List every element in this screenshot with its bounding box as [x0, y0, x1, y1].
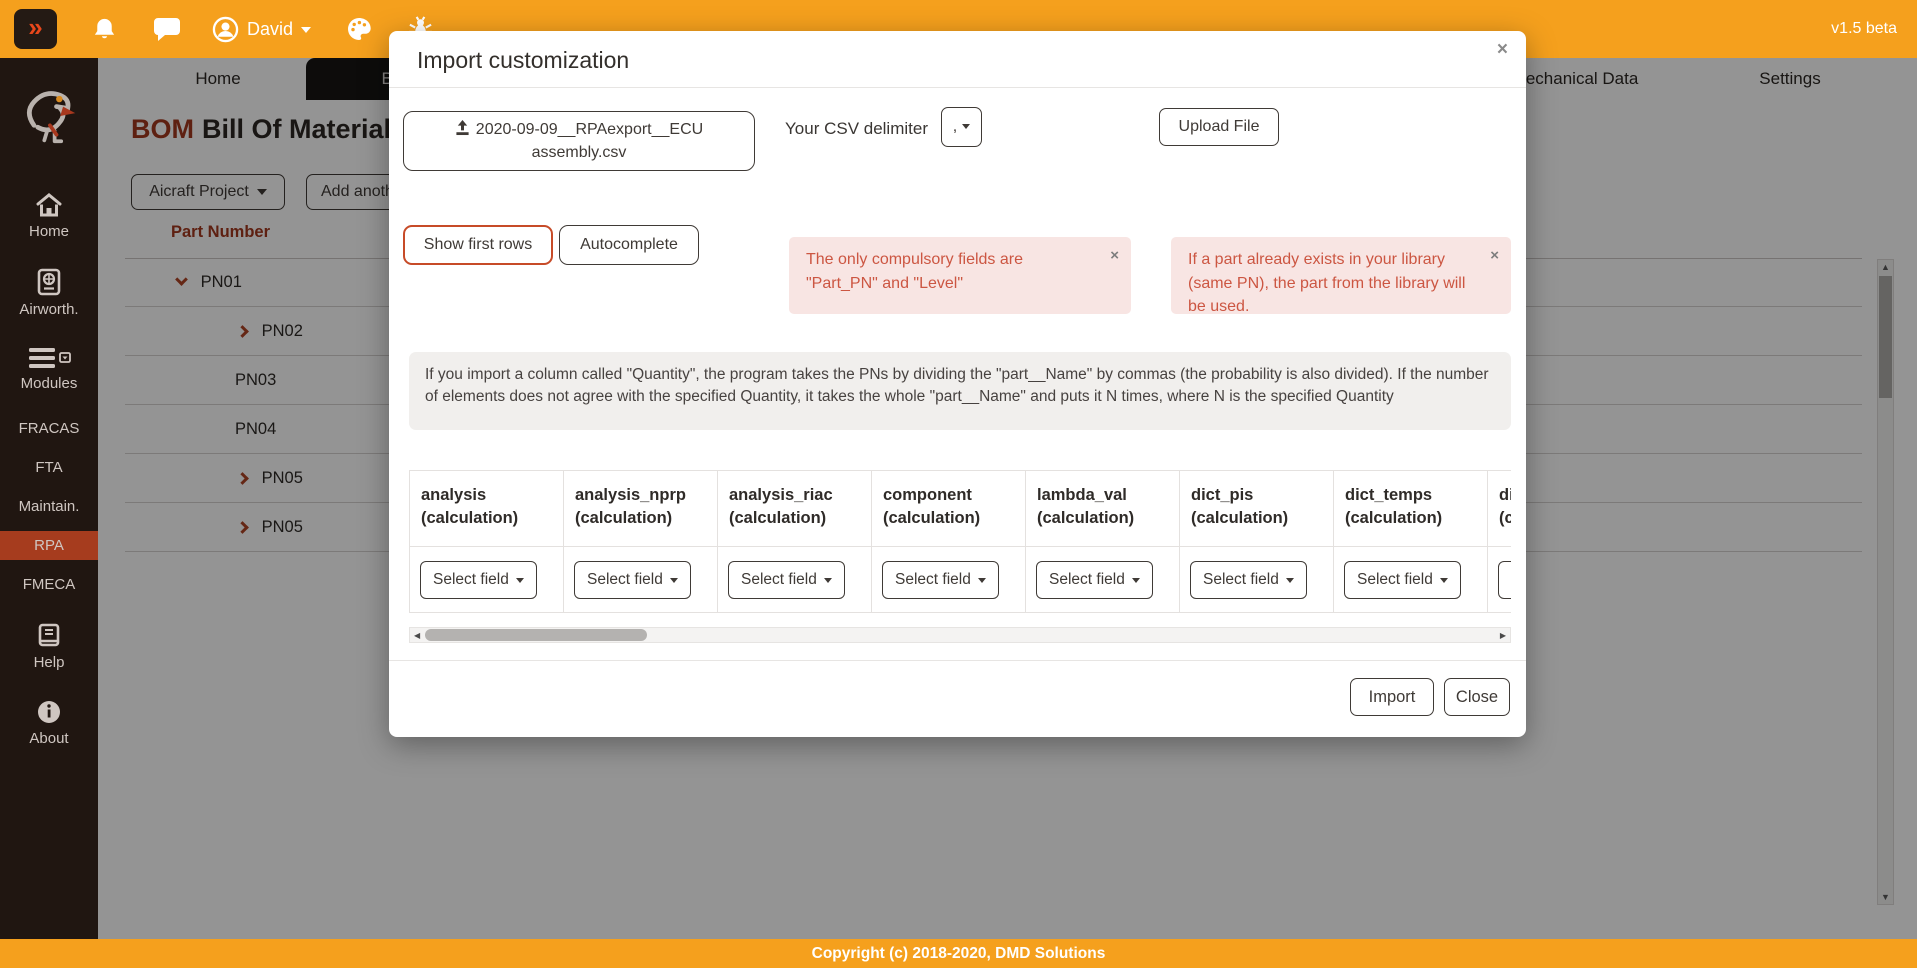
scroll-left-icon[interactable]: ◀ — [414, 629, 420, 643]
select-field-dropdown[interactable]: Select field — [1498, 561, 1511, 599]
select-field-dropdown[interactable]: Select field — [420, 561, 537, 599]
chevron-down-icon — [1286, 578, 1294, 588]
copyright-text: Copyright (c) 2018-2020, DMD Solutions — [812, 945, 1106, 963]
choose-file-button[interactable]: 2020-09-09__RPAexport__ECU assembly.csv — [403, 111, 755, 171]
chevron-down-icon — [301, 27, 311, 38]
import-customization-modal: Import customization × 2020-09-09__RPAex… — [389, 31, 1526, 737]
sidebar: Home Airworth. Modules FRACAS FTA Mainta… — [0, 58, 98, 939]
mapping-column-header: dict_temps(calculation) — [1334, 471, 1488, 546]
close-button[interactable]: Close — [1444, 678, 1510, 716]
help-book-icon — [36, 623, 62, 649]
upload-file-button[interactable]: Upload File — [1159, 108, 1279, 146]
robin-bird-logo — [19, 84, 79, 146]
sidebar-item-home[interactable]: Home — [0, 186, 98, 246]
sidebar-item-help[interactable]: Help — [0, 617, 98, 677]
import-button[interactable]: Import — [1350, 678, 1434, 716]
scroll-right-icon[interactable]: ▶ — [1500, 629, 1506, 643]
select-field-dropdown[interactable]: Select field — [574, 561, 691, 599]
sidebar-item-fracas[interactable]: FRACAS — [0, 414, 98, 443]
double-chevron-icon: » — [28, 14, 42, 40]
mapping-column-header: di(c — [1488, 471, 1511, 546]
modal-close-icon[interactable]: × — [1497, 39, 1508, 61]
quantity-info-box: If you import a column called "Quantity"… — [409, 352, 1511, 430]
info-icon — [36, 699, 62, 725]
home-icon — [35, 192, 63, 218]
chevron-down-icon — [978, 578, 986, 588]
app-version: v1.5 beta — [1831, 20, 1897, 38]
autocomplete-button[interactable]: Autocomplete — [559, 225, 699, 265]
select-field-dropdown[interactable]: Select field — [1190, 561, 1307, 599]
sidebar-item-maintainability[interactable]: Maintain. — [0, 492, 98, 521]
notifications-bell-icon[interactable] — [91, 16, 118, 43]
mapping-column-header: lambda_val(calculation) — [1026, 471, 1180, 546]
chevron-down-icon — [670, 578, 678, 588]
mapping-column-header: analysis_riac(calculation) — [718, 471, 872, 546]
chevron-down-icon — [824, 578, 832, 588]
compulsory-fields-alert: The only compulsory fields are "Part_PN"… — [789, 237, 1131, 314]
user-avatar-icon — [212, 16, 239, 43]
theme-palette-icon[interactable] — [345, 15, 373, 43]
select-field-dropdown[interactable]: Select field — [1344, 561, 1461, 599]
sidebar-item-fmeca[interactable]: FMECA — [0, 570, 98, 599]
sidebar-item-about[interactable]: About — [0, 693, 98, 753]
sidebar-item-fta[interactable]: FTA — [0, 453, 98, 482]
csv-delimiter-dropdown[interactable]: , — [941, 107, 982, 147]
chevron-down-icon — [1440, 578, 1448, 588]
sidebar-item-rpa[interactable]: RPA — [0, 531, 98, 560]
select-field-dropdown[interactable]: Select field — [728, 561, 845, 599]
mapping-column-header: dict_pis(calculation) — [1180, 471, 1334, 546]
chevron-down-icon — [1132, 578, 1140, 588]
mapping-column-header: analysis(calculation) — [410, 471, 564, 546]
passport-globe-icon — [36, 268, 62, 296]
chevron-down-icon — [516, 578, 524, 588]
modal-title: Import customization — [417, 47, 629, 74]
alert-close-icon[interactable]: × — [1110, 245, 1119, 267]
chevron-down-icon — [962, 124, 970, 134]
existing-part-alert: If a part already exists in your library… — [1171, 237, 1511, 314]
select-field-dropdown[interactable]: Select field — [1036, 561, 1153, 599]
sidebar-item-airworthiness[interactable]: Airworth. — [0, 262, 98, 324]
mapping-column-header: analysis_nprp(calculation) — [564, 471, 718, 546]
footer: Copyright (c) 2018-2020, DMD Solutions — [0, 939, 1917, 968]
user-menu[interactable]: David — [212, 16, 311, 43]
scrollbar-thumb[interactable] — [425, 629, 647, 641]
sidebar-expand-button[interactable]: » — [14, 9, 57, 49]
mapping-column-header: component(calculation) — [872, 471, 1026, 546]
user-name: David — [247, 19, 293, 40]
upload-icon — [455, 120, 470, 136]
sidebar-item-modules[interactable]: Modules — [0, 340, 98, 398]
chat-icon[interactable] — [152, 16, 182, 43]
csv-delimiter-label: Your CSV delimiter — [785, 119, 928, 139]
select-field-dropdown[interactable]: Select field — [882, 561, 999, 599]
field-mapping-table: analysis(calculation) analysis_nprp(calc… — [409, 470, 1511, 613]
alert-close-icon[interactable]: × — [1490, 245, 1499, 267]
horizontal-scrollbar[interactable]: ◀ ▶ — [409, 627, 1511, 643]
show-first-rows-button[interactable]: Show first rows — [403, 225, 553, 265]
modules-menu-icon — [27, 346, 71, 370]
